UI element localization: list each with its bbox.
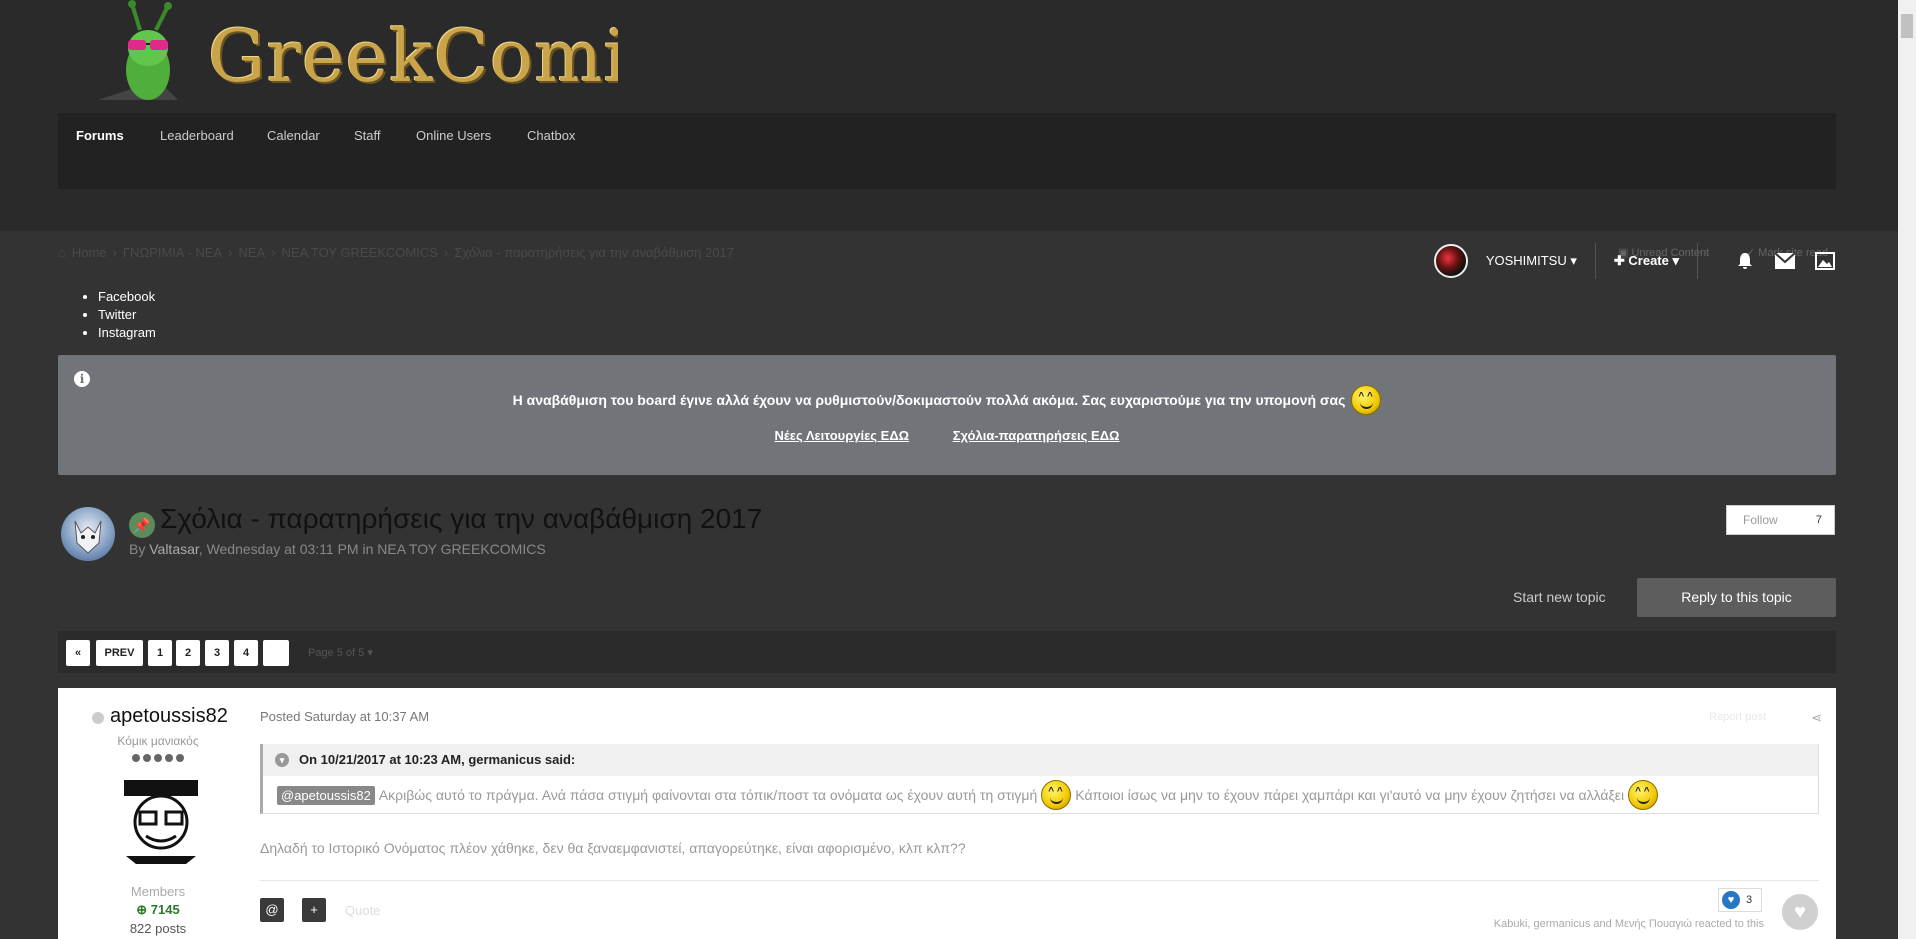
- breadcrumb-home[interactable]: Home: [72, 245, 107, 260]
- breadcrumb-category[interactable]: ΓΝΩΡΙΜΙΑ - ΝΕΑ: [123, 245, 222, 260]
- new-features-link[interactable]: Νέες Λειτουργίες ΕΔΩ: [775, 428, 910, 443]
- nav-leaderboard[interactable]: Leaderboard: [160, 128, 234, 143]
- reacted-users[interactable]: Kabuki, germanicus and Μενής Πουαγιώ rea…: [1494, 918, 1764, 930]
- quote-button[interactable]: Quote: [345, 903, 380, 918]
- post-date[interactable]: Posted Saturday at 10:37 AM: [260, 709, 429, 724]
- pagination: « PREV 1 2 3 4 5 Page 5 of 5 ▾: [58, 631, 1836, 673]
- mention-button[interactable]: @: [260, 898, 284, 922]
- image-icon[interactable]: [1814, 251, 1836, 271]
- social-instagram[interactable]: Instagram: [98, 325, 156, 343]
- scrollbar-thumb[interactable]: [1901, 14, 1913, 38]
- announcement-banner: i Η αναβάθμιση του board έγινε αλλά έχου…: [58, 355, 1836, 475]
- main-nav: Forums Leaderboard Calendar Staff Online…: [58, 113, 1836, 189]
- logo-wordmark: GreekComics: [208, 14, 618, 98]
- site-header: GreekComics Forums Leaderboard Calendar …: [0, 0, 1898, 231]
- reaction-count: 3: [1746, 894, 1753, 906]
- quote-text-2: Κάποιοι ίσως να μην το έχουν πάρει χαμπά…: [1075, 787, 1625, 803]
- announcement-text: Η αναβάθμιση του board έγινε αλλά έχουν …: [512, 392, 1346, 408]
- pin-icon: 📌: [129, 512, 155, 538]
- nav-chatbox[interactable]: Chatbox: [527, 128, 575, 143]
- nav-forums[interactable]: Forums: [76, 128, 124, 143]
- topic-meta: By Valtasar, Wednesday at 03:11 PM in ΝΕ…: [129, 541, 546, 557]
- page-3-button[interactable]: 3: [205, 640, 229, 666]
- quote-header: On 10/21/2017 at 10:23 AM, germanicus sa…: [299, 752, 576, 767]
- page-5-current: 5: [263, 640, 289, 666]
- prev-page-button[interactable]: PREV: [96, 640, 143, 666]
- page-scrollbar[interactable]: [1898, 0, 1916, 939]
- site-logo[interactable]: GreekComics: [58, 0, 618, 113]
- smiley-icon: [1351, 385, 1382, 415]
- envelope-icon[interactable]: [1774, 251, 1796, 271]
- share-icon[interactable]: ⋖: [1811, 710, 1822, 726]
- post: apetoussis82 Κόμικ μανιακός Members ⊕ 71…: [58, 688, 1836, 939]
- mention-tag[interactable]: @apetoussis82: [277, 785, 375, 805]
- bell-icon[interactable]: [1734, 251, 1756, 271]
- snail-mascot-icon: [98, 0, 178, 100]
- follow-count: 7: [1815, 514, 1822, 526]
- user-menu[interactable]: YOSHIMITSU ▾: [1486, 253, 1577, 269]
- post-author-name[interactable]: apetoussis82: [110, 705, 228, 728]
- post-divider: [260, 880, 1819, 881]
- social-twitter[interactable]: Twitter: [98, 307, 156, 325]
- topic-author-link[interactable]: Valtasar: [149, 541, 199, 557]
- smiley-icon: [1628, 780, 1659, 810]
- multiquote-button[interactable]: +: [302, 898, 326, 922]
- topic-author-avatar[interactable]: [61, 507, 115, 561]
- post-author-avatar[interactable]: [116, 776, 206, 866]
- user-avatar[interactable]: [1433, 244, 1468, 278]
- topic-forum-link[interactable]: ΝΕΑ ΤΟΥ GREEKCOMICS: [377, 541, 545, 557]
- like-reaction-icon: ♥: [1722, 891, 1740, 909]
- breadcrumb-forum[interactable]: ΝΕΑ ΤΟΥ GREEKCOMICS: [282, 245, 438, 260]
- feedback-link[interactable]: Σχόλια-παρατηρήσεις ΕΔΩ: [953, 428, 1120, 443]
- divider: [1594, 243, 1596, 279]
- breadcrumb: ⌂ Home › ΓΝΩΡΙΜΙΑ - ΝΕΑ › ΝΕΑ › ΝΕΑ ΤΟΥ GRE…: [58, 245, 734, 260]
- home-icon: ⌂: [58, 245, 66, 260]
- page-jump-dropdown[interactable]: Page 5 of 5 ▾: [308, 646, 373, 659]
- create-menu[interactable]: ✚ Create ▾: [1614, 253, 1679, 269]
- page-1-button[interactable]: 1: [148, 640, 172, 666]
- quote-block: ▾ On 10/21/2017 at 10:23 AM, germanicus …: [260, 744, 1819, 814]
- post-author-title: Κόμικ μανιακός: [117, 734, 199, 748]
- breadcrumb-topic: Σχόλια - παρατηρήσεις για την αναβάθμιση…: [454, 245, 734, 260]
- start-new-topic-button[interactable]: Start new topic: [1513, 589, 1606, 605]
- collapse-quote-icon[interactable]: ▾: [275, 753, 289, 767]
- smiley-icon: [1041, 780, 1072, 810]
- nav-online-users[interactable]: Online Users: [416, 128, 491, 143]
- follow-button[interactable]: Follow 7: [1726, 505, 1835, 535]
- page-4-button[interactable]: 4: [234, 640, 258, 666]
- reaction-summary[interactable]: ♥ 3: [1718, 888, 1762, 912]
- react-heart-button[interactable]: ♥: [1782, 894, 1818, 930]
- topic-title: Σχόλια - παρατηρήσεις για την αναβάθμιση…: [160, 503, 763, 534]
- nav-calendar[interactable]: Calendar: [267, 128, 320, 143]
- report-post-link[interactable]: Report post: [1709, 711, 1766, 723]
- social-links: Facebook Twitter Instagram: [98, 289, 156, 343]
- post-body: Δηλαδή το Ιστορικό Ονόματος πλέον χάθηκε…: [260, 840, 966, 856]
- quote-text-1: Ακριβώς αυτό το πράγμα. Ανά πάσα στιγμή …: [378, 787, 1038, 803]
- post-author-reputation: ⊕ 7145: [136, 902, 180, 917]
- post-author-group: Members: [130, 884, 186, 899]
- breadcrumb-news[interactable]: ΝΕΑ: [238, 245, 265, 260]
- offline-status-dot: [92, 712, 104, 724]
- rank-pips: [132, 754, 184, 762]
- divider: [1697, 243, 1698, 279]
- reply-to-topic-button[interactable]: Reply to this topic: [1637, 578, 1836, 617]
- post-author-post-count: 822 posts: [129, 921, 187, 936]
- first-page-button[interactable]: «: [66, 640, 90, 666]
- user-bar: YOSHIMITSU ▾ ✚ Create ▾: [1433, 242, 1836, 280]
- page-2-button[interactable]: 2: [176, 640, 200, 666]
- social-facebook[interactable]: Facebook: [98, 289, 156, 307]
- nav-staff[interactable]: Staff: [354, 128, 381, 143]
